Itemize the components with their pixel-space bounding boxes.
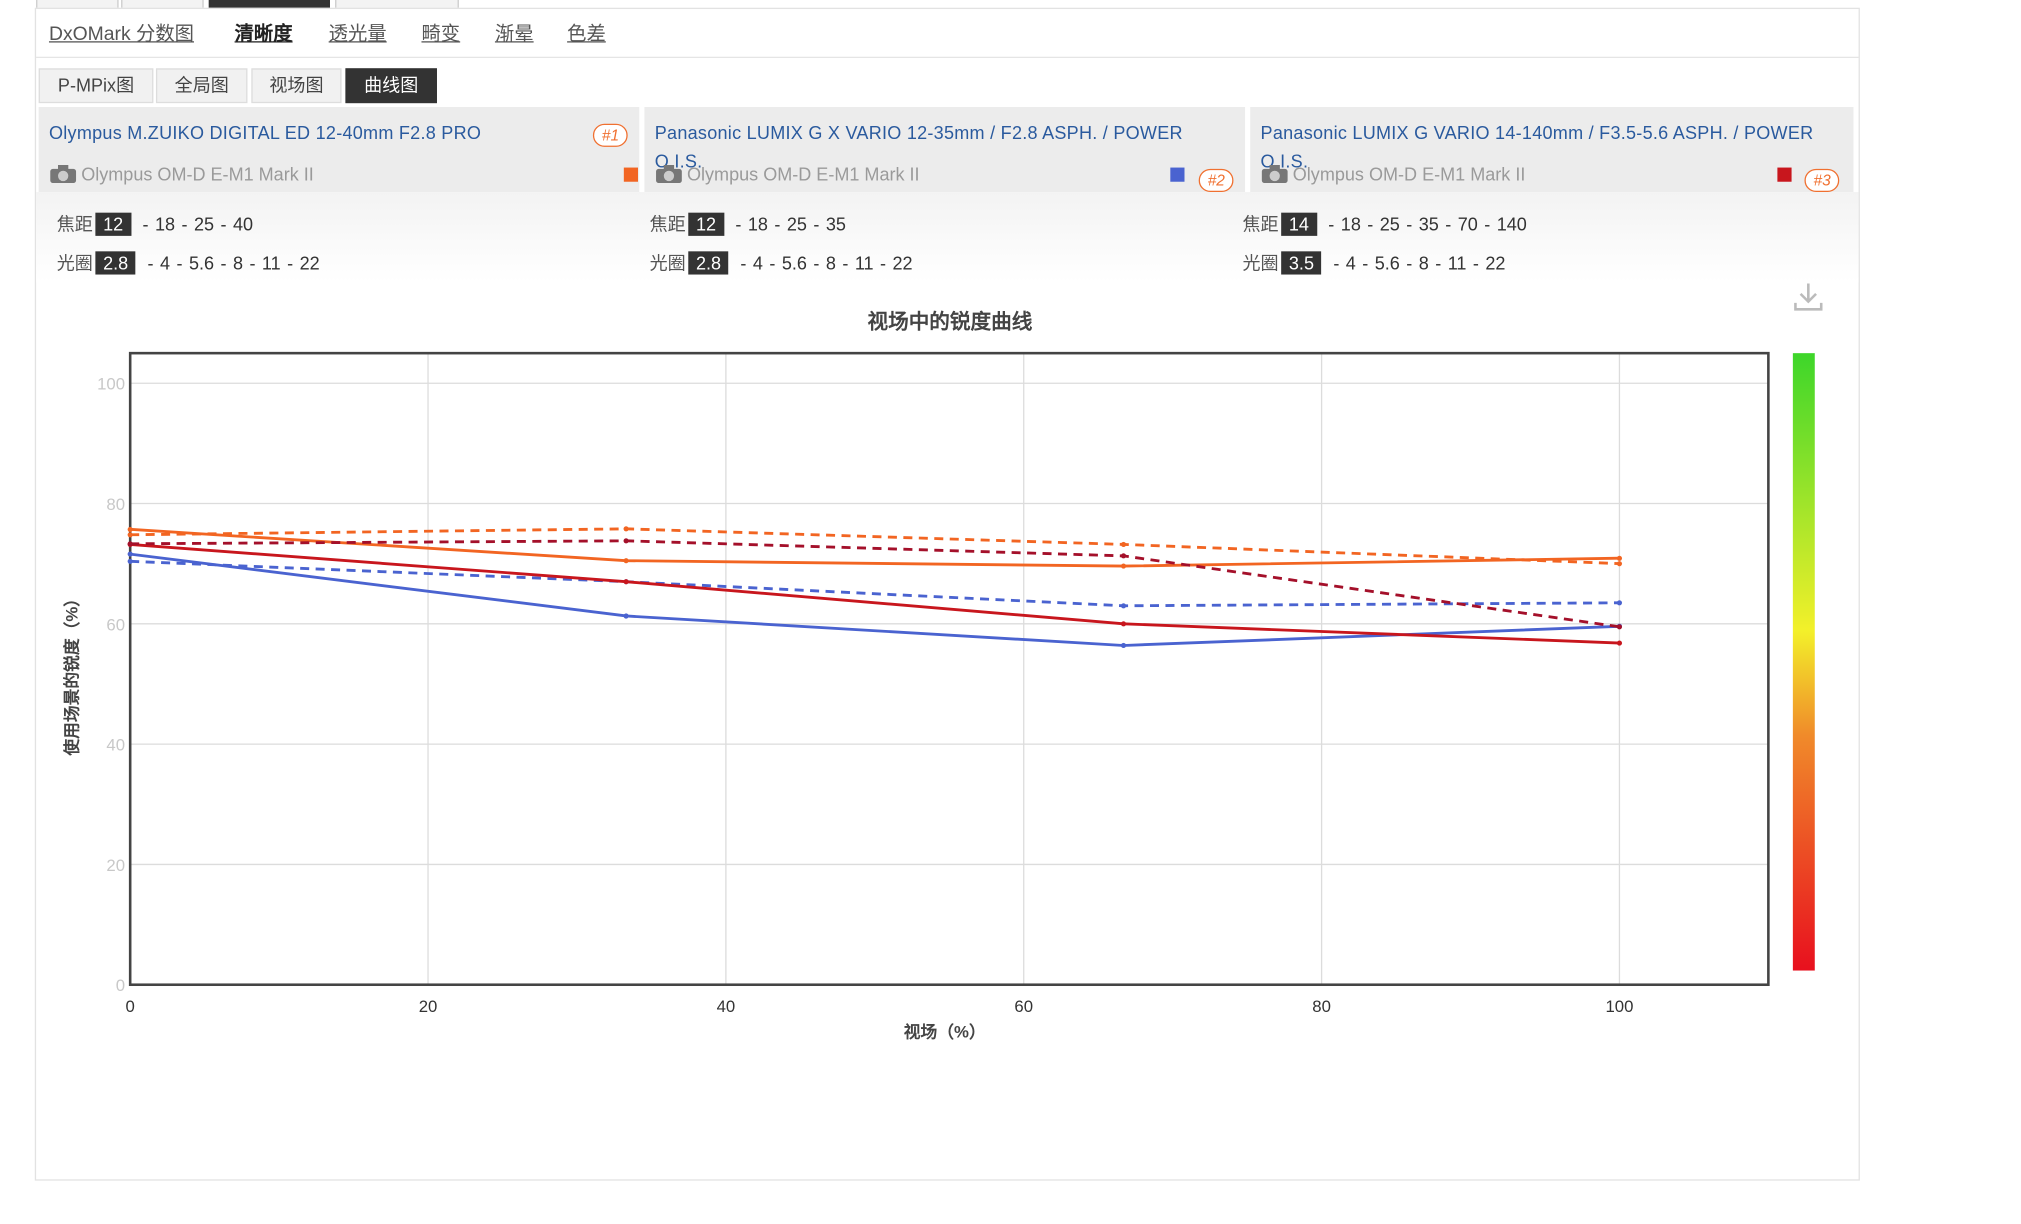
data-point[interactable] <box>623 538 629 544</box>
color-scale-bar <box>1792 353 1815 971</box>
series-line-6-dashed <box>130 539 1620 629</box>
y-tick-label: 80 <box>106 495 125 514</box>
data-point[interactable] <box>1120 603 1127 609</box>
plot-frame <box>128 351 1770 987</box>
sharpness-chart: 视场中的锐度曲线 0 20 40 60 80 100020406080100 视场（%） … <box>61 283 1823 1042</box>
y-tick-label: 40 <box>106 736 125 755</box>
x-tick-label: 0 <box>126 997 135 1016</box>
data-point[interactable] <box>1616 561 1623 567</box>
y-tick-label: 60 <box>106 615 125 634</box>
x-tick-label: 20 <box>419 997 438 1016</box>
data-point[interactable] <box>1120 563 1127 569</box>
y-axis-label: 使用场景的锐度（%） <box>61 590 81 757</box>
x-axis-label: 视场（%） <box>904 1022 986 1042</box>
y-tick-label: 20 <box>106 856 125 875</box>
data-point[interactable] <box>1120 621 1127 627</box>
data-point[interactable] <box>1616 555 1623 561</box>
series-line-3-solid <box>130 552 1620 647</box>
y-tick-label: 0 <box>116 976 125 995</box>
data-point[interactable] <box>623 613 629 619</box>
y-tick-label: 100 <box>97 375 125 394</box>
data-point[interactable] <box>127 526 133 532</box>
series-line-2-dashed <box>130 527 1620 566</box>
data-point[interactable] <box>1616 624 1623 630</box>
data-point[interactable] <box>1616 600 1623 606</box>
chart-title: 视场中的锐度曲线 <box>867 310 1032 334</box>
x-tick-label: 40 <box>717 997 736 1016</box>
data-point[interactable] <box>623 558 629 564</box>
data-point[interactable] <box>127 541 133 547</box>
data-point[interactable] <box>127 532 133 538</box>
x-tick-label: 80 <box>1312 997 1331 1016</box>
x-tick-label: 100 <box>1605 997 1633 1016</box>
data-point[interactable] <box>623 526 629 532</box>
series-line-4-dashed <box>130 559 1620 608</box>
download-icon[interactable] <box>1794 283 1823 311</box>
data-point[interactable] <box>1120 642 1127 649</box>
data-point[interactable] <box>1120 541 1127 548</box>
data-point[interactable] <box>127 551 133 557</box>
data-point[interactable] <box>623 579 629 585</box>
x-tick-label: 60 <box>1014 997 1033 1016</box>
data-point[interactable] <box>1616 640 1623 646</box>
data-point[interactable] <box>1120 553 1127 559</box>
data-point[interactable] <box>127 558 133 564</box>
